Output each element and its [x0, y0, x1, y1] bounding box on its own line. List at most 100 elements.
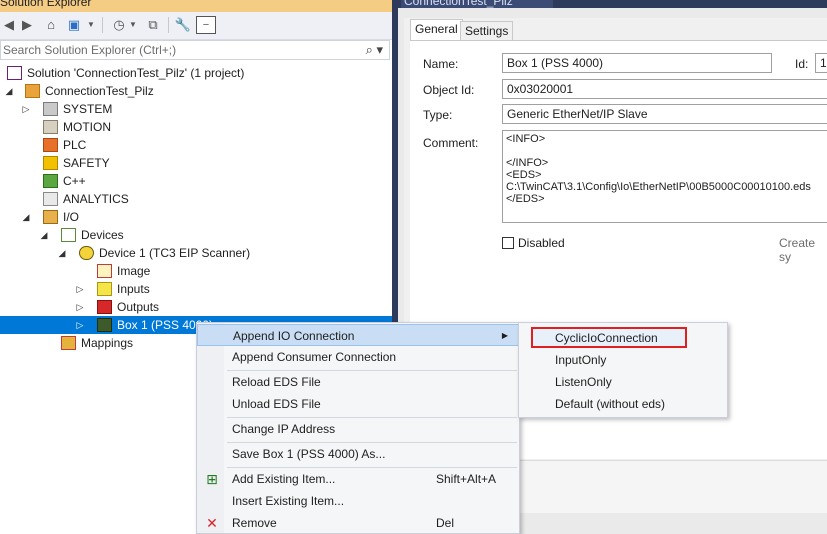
home-icon[interactable]: ⌂: [42, 16, 60, 34]
collapse-icon[interactable]: ◢: [4, 82, 14, 100]
submenu-item-default-without-eds[interactable]: Default (without eds): [519, 393, 727, 415]
add-existing-item-icon: ⊞: [206, 471, 218, 487]
tab-settings[interactable]: Settings: [460, 21, 514, 41]
solution-icon: [7, 66, 22, 80]
back-icon[interactable]: ◀: [2, 16, 16, 34]
chevron-down-icon[interactable]: ▼: [86, 16, 96, 34]
tab-general[interactable]: General: [410, 19, 463, 41]
inputs-icon: [97, 282, 112, 296]
device-icon: [79, 246, 94, 260]
tree-item-plc[interactable]: PLC: [0, 136, 392, 154]
submenu-item-input-only[interactable]: InputOnly: [519, 349, 727, 371]
collapse-icon[interactable]: ◢: [57, 244, 67, 262]
tree-item-label: ANALYTICS: [63, 192, 129, 206]
name-label: Name:: [423, 57, 459, 71]
tree-item-outputs[interactable]: ▷ Outputs: [0, 298, 392, 316]
tree-item-label: MOTION: [63, 120, 111, 134]
type-field[interactable]: Generic EtherNet/IP Slave: [502, 104, 827, 124]
id-field[interactable]: 1: [815, 53, 827, 73]
tree-item-label: C++: [63, 174, 86, 188]
tree-item-motion[interactable]: MOTION: [0, 118, 392, 136]
menu-item-remove[interactable]: ✕ Remove Del: [197, 512, 519, 534]
outputs-icon: [97, 300, 112, 314]
pending-changes-icon[interactable]: ◷: [110, 16, 128, 34]
tree-item-io[interactable]: ◢ I/O: [0, 208, 392, 226]
tree-item-label: SAFETY: [63, 156, 110, 170]
toolbar-separator: [102, 17, 103, 33]
analytics-icon: [43, 192, 58, 206]
comment-label: Comment:: [423, 136, 479, 150]
tree-item-system[interactable]: ▷ SYSTEM: [0, 100, 392, 118]
project-icon: [25, 84, 40, 98]
menu-item-shortcut: Shift+Alt+A: [436, 472, 497, 486]
submenu-item-label: ListenOnly: [555, 375, 612, 389]
menu-item-insert-existing-item[interactable]: Insert Existing Item...: [197, 490, 519, 512]
solution-explorer-toolbar: ◀ ▶ ⌂ ▣ ▼ ◷ ▼ ⧉ 🔧 −: [0, 12, 392, 40]
tree-item-label: ConnectionTest_Pilz: [45, 84, 154, 98]
search-solution-explorer-input[interactable]: Search Solution Explorer (Ctrl+;) ⌕ ▾: [0, 40, 390, 60]
tree-item-label: Outputs: [117, 300, 160, 314]
submenu-item-cyclic-io-connection[interactable]: CyclicIoConnection: [519, 327, 727, 349]
menu-item-label: Reload EDS File: [232, 375, 321, 389]
chevron-down-icon[interactable]: ▼: [128, 16, 138, 34]
menu-item-label: Append Consumer Connection: [232, 350, 397, 364]
tree-item-label: Device 1 (TC3 EIP Scanner): [99, 246, 251, 260]
expand-icon[interactable]: ▷: [21, 100, 31, 118]
properties-wrench-icon[interactable]: 🔧: [174, 16, 192, 34]
menu-item-change-ip-address[interactable]: Change IP Address: [197, 418, 519, 440]
tree-item-analytics[interactable]: ANALYTICS: [0, 190, 392, 208]
tree-item-label: PLC: [63, 138, 87, 152]
tree-item-solution[interactable]: Solution 'ConnectionTest_Pilz' (1 projec…: [0, 64, 392, 82]
append-io-connection-submenu: CyclicIoConnection InputOnly ListenOnly …: [518, 322, 728, 418]
menu-item-unload-eds-file[interactable]: Unload EDS File: [197, 393, 519, 415]
switch-views-icon[interactable]: ▣: [64, 16, 84, 34]
tree-item-label: Inputs: [117, 282, 150, 296]
forward-icon[interactable]: ▶: [20, 16, 34, 34]
object-id-field[interactable]: 0x03020001: [502, 79, 827, 99]
mappings-icon: [61, 336, 76, 350]
tree-item-cpp[interactable]: C++: [0, 172, 392, 190]
preview-selected-icon[interactable]: −: [196, 16, 216, 34]
tree-item-inputs[interactable]: ▷ Inputs: [0, 280, 392, 298]
search-placeholder: Search Solution Explorer (Ctrl+;): [3, 43, 177, 57]
menu-item-append-io-connection[interactable]: Append IO Connection ▶: [197, 324, 519, 346]
solution-explorer-title: Solution Explorer: [0, 0, 92, 9]
tree-item-label: Mappings: [81, 336, 134, 350]
submenu-item-label: CyclicIoConnection: [555, 331, 658, 345]
create-symbols-label: Create sy: [779, 236, 816, 264]
menu-item-add-existing-item[interactable]: ⊞ Add Existing Item... Shift+Alt+A: [197, 468, 519, 490]
tree-item-device-1[interactable]: ◢ Device 1 (TC3 EIP Scanner): [0, 244, 392, 262]
name-field[interactable]: Box 1 (PSS 4000): [502, 53, 772, 73]
menu-item-reload-eds-file[interactable]: Reload EDS File: [197, 371, 519, 393]
document-tab-label: ConnectionTest_Pilz: [404, 0, 513, 8]
tree-item-devices[interactable]: ◢ Devices: [0, 226, 392, 244]
motion-icon: [43, 120, 58, 134]
type-label: Type:: [423, 108, 453, 122]
tree-item-project[interactable]: ◢ ConnectionTest_Pilz: [0, 82, 392, 100]
tree-item-image[interactable]: Image: [0, 262, 392, 280]
disabled-checkbox[interactable]: [502, 237, 514, 249]
menu-item-label: Insert Existing Item...: [232, 494, 345, 508]
tree-item-label: Solution 'ConnectionTest_Pilz' (1 projec…: [27, 66, 245, 80]
cpp-icon: [43, 174, 58, 188]
submenu-item-label: Default (without eds): [555, 397, 666, 411]
submenu-arrow-icon: ▶: [501, 331, 508, 340]
image-icon: [97, 264, 112, 278]
tab-label: Settings: [465, 24, 509, 38]
expand-icon[interactable]: ▷: [75, 316, 85, 334]
menu-item-save-as[interactable]: Save Box 1 (PSS 4000) As...: [197, 443, 519, 465]
menu-item-label: Add Existing Item...: [232, 472, 336, 486]
collapse-all-icon[interactable]: ⧉: [144, 16, 162, 34]
menu-item-append-consumer-connection[interactable]: Append Consumer Connection: [197, 346, 519, 368]
submenu-item-listen-only[interactable]: ListenOnly: [519, 371, 727, 393]
comment-field[interactable]: <INFO> </INFO> <EDS> C:\TwinCAT\3.1\Conf…: [502, 130, 827, 223]
disabled-label: Disabled: [518, 236, 565, 250]
collapse-icon[interactable]: ◢: [39, 226, 49, 244]
expand-icon[interactable]: ▷: [75, 298, 85, 316]
menu-item-label: Save Box 1 (PSS 4000) As...: [232, 447, 386, 461]
search-icon[interactable]: ⌕ ▾: [366, 42, 383, 58]
document-tab[interactable]: ConnectionTest_Pilz: [401, 0, 553, 8]
tree-item-safety[interactable]: SAFETY: [0, 154, 392, 172]
expand-icon[interactable]: ▷: [75, 280, 85, 298]
collapse-icon[interactable]: ◢: [21, 208, 31, 226]
